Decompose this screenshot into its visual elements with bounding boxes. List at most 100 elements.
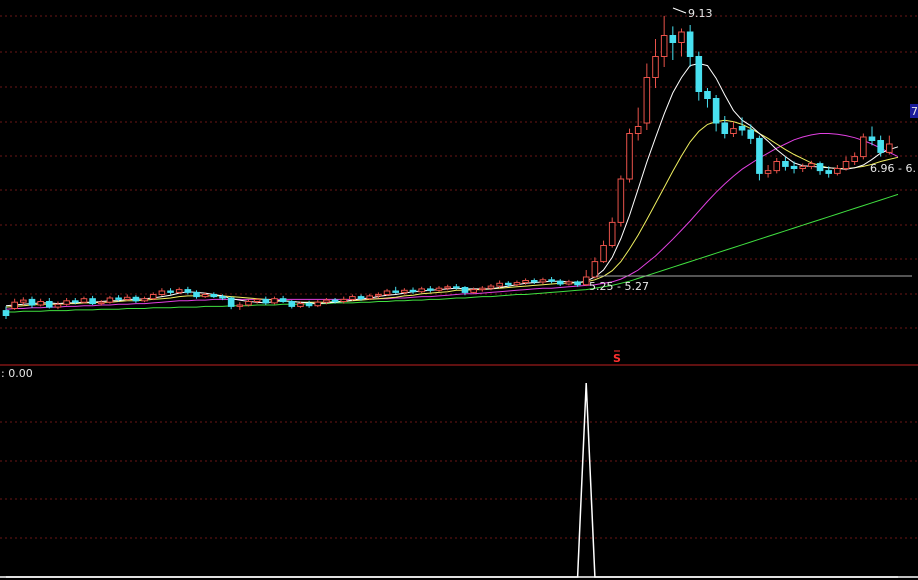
candle-body-up [201,294,209,298]
candle-body-down [132,296,140,302]
candle-body-up [236,304,244,307]
candle-body-up [63,300,70,305]
candle [539,277,547,284]
ma10-line [5,119,899,308]
candle-body-up [842,161,850,169]
candle-body-down [695,56,703,92]
candle [46,298,53,309]
candle-body-down [721,122,729,134]
stock-chart-window: 9.13 5.25 - 5.27 6.96 - 6. 7 S : 0.00 [0,0,918,580]
candle-body-up [106,297,114,303]
candle-body-down [556,280,564,285]
ma5-line [5,62,899,307]
candle-body-up [383,290,391,295]
candle-body-up [643,77,651,124]
candle [851,152,858,165]
candle-body-up [158,290,166,295]
candle-body-up [496,282,503,287]
candle-body-up [600,245,607,263]
candle [37,298,44,307]
candle [886,135,893,155]
candle [288,300,296,309]
candle-body-down [227,297,235,307]
candle [773,158,781,174]
candle [11,298,18,310]
candle [816,161,824,175]
candle-body-up [773,161,781,172]
candle [262,296,270,305]
candle-body-down [825,170,833,174]
candle-body-down [669,35,677,43]
candle-body-down [868,136,876,141]
candle-body-up [366,295,374,300]
candle [193,290,200,299]
candle-body-down [409,289,417,293]
candle [634,107,642,141]
candle-body-up [591,261,599,278]
candle [123,294,131,301]
candle-body-down [504,282,512,286]
candle-body-down [288,301,296,307]
candle-body-down [2,310,10,317]
candle-body-down [331,299,339,303]
candle-body-up [444,286,451,289]
candle-body-down [790,165,798,169]
candle [2,306,10,319]
candle [383,288,391,296]
candle [660,15,668,67]
candle [652,39,659,88]
candle-body-up [175,289,183,293]
candle-body-up [141,298,148,302]
candle [600,240,607,263]
candle-body-up [401,289,408,293]
candle-body-down [548,279,555,282]
candle-body-up [297,303,304,307]
candle-body-up [271,298,278,304]
candle [479,286,486,292]
candle-body-up [487,285,495,289]
candle [842,156,850,171]
candle [392,286,399,294]
candle-body-up [340,298,348,302]
candle-body-up [730,128,737,135]
candle-body-down [461,287,469,293]
edge-price-label: 7 [911,105,918,118]
high-pointer-line [672,7,687,14]
candle [617,175,625,227]
candle [565,279,573,286]
candle [132,295,140,303]
candle-body-up [652,56,659,78]
candle [782,156,789,171]
candle-body-up [617,178,625,223]
candle-body-up [245,301,252,306]
candle-body-up [886,143,893,153]
candle-body-down [357,296,365,300]
candle-body-down [738,126,746,131]
candle-body-up [678,31,685,43]
candle-body-down [816,163,824,172]
candle [236,302,244,310]
candle-body-up [764,170,772,174]
high-price-label: 9.13 [688,7,713,20]
candle [175,287,183,294]
candle [730,121,737,137]
candle [435,286,443,292]
candle-body-down [89,298,96,305]
candle [756,135,763,181]
candle-body-up [539,279,547,283]
candle [686,25,694,67]
candle [591,257,599,279]
candle-body-down [712,98,720,124]
candle-body-down [279,298,287,303]
candle [80,296,88,304]
candle [158,288,166,296]
candle [678,28,685,57]
candle [184,286,192,295]
signal-line [6,382,898,578]
candle [427,286,434,293]
signal-marker: S [613,352,621,365]
candle-body-down [193,291,200,298]
candle [721,116,729,139]
candle-body-down [115,297,122,300]
candle-body-up [834,168,841,174]
